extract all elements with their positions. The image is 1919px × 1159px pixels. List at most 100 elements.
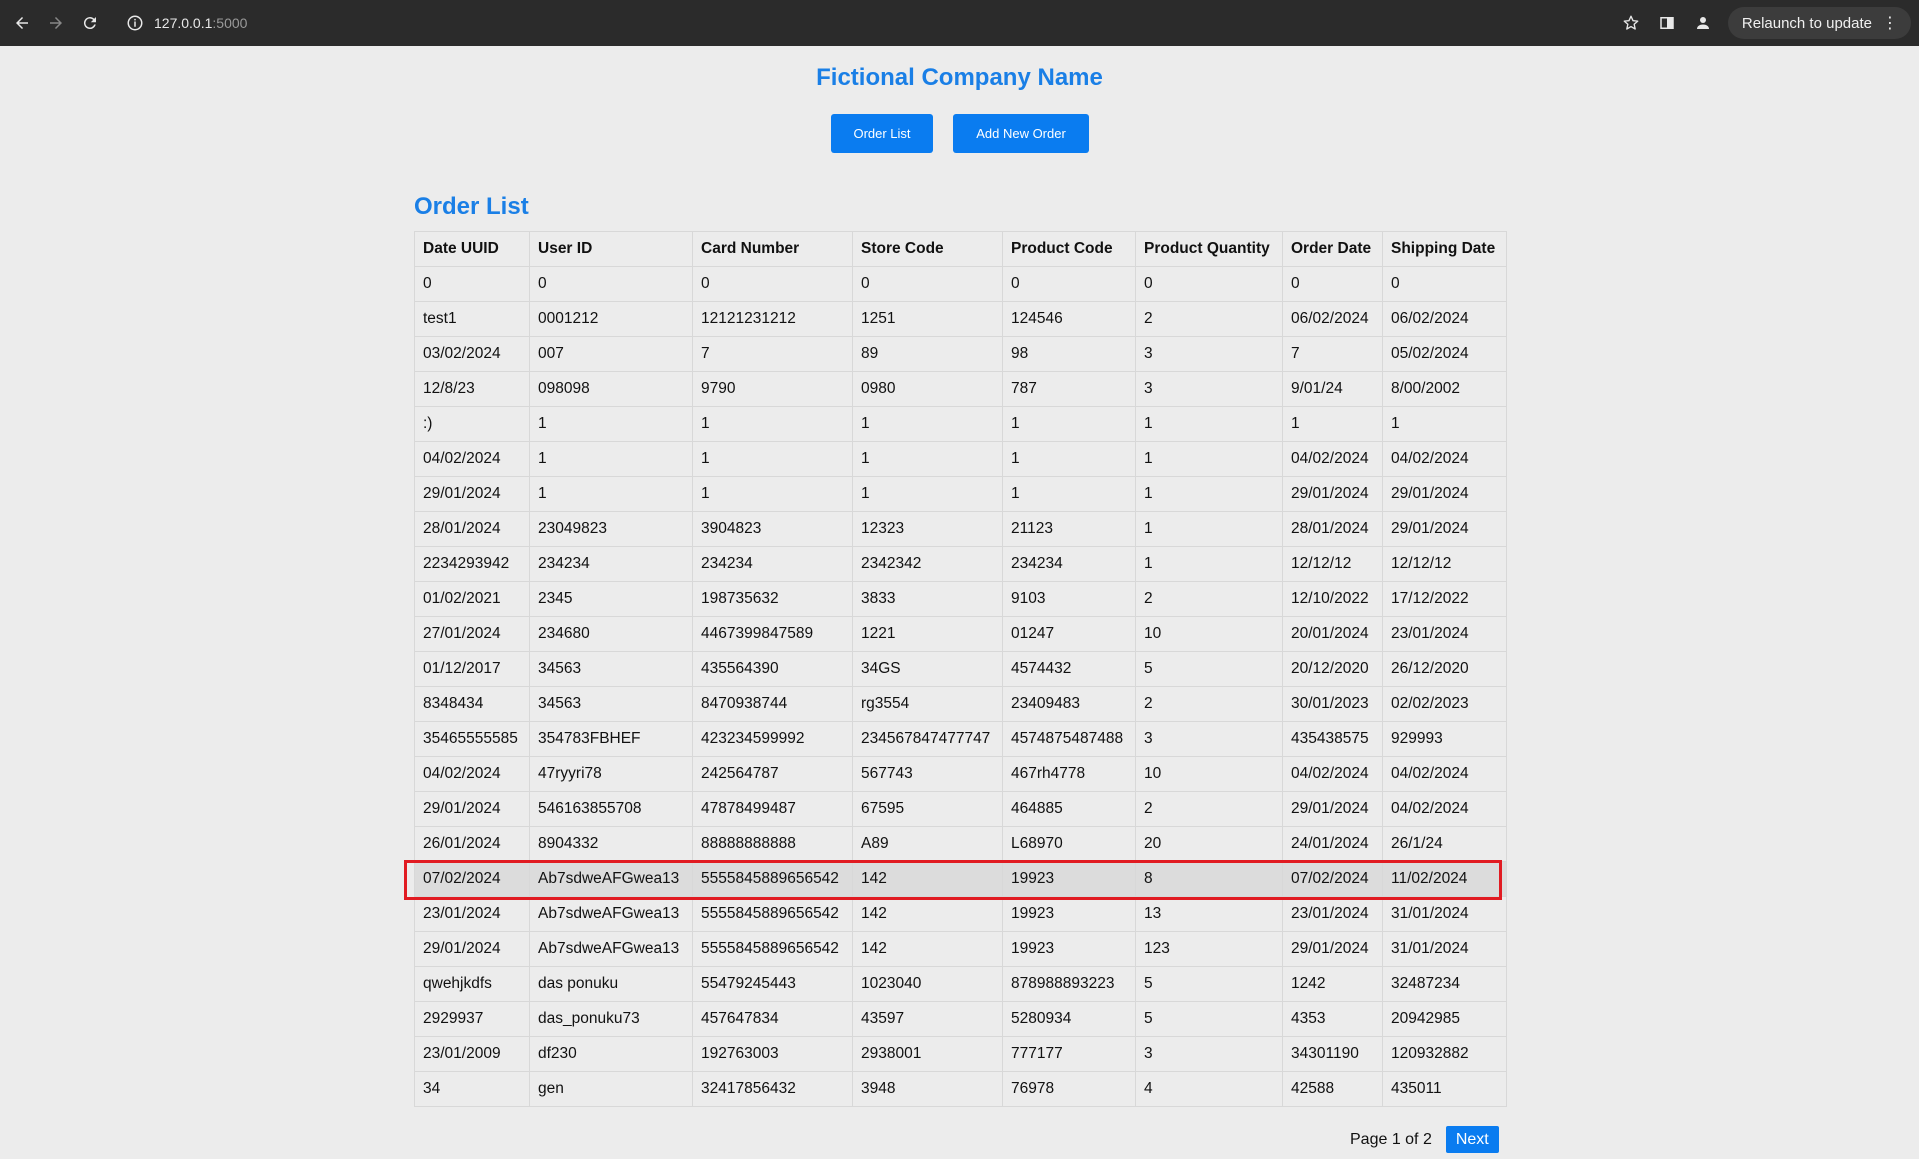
table-cell: 9790 [692, 371, 853, 407]
table-cell: 76978 [1002, 1071, 1136, 1107]
table-row[interactable]: 23/01/2024 Ab7sdweAFGwea13 555584588965654… [414, 896, 1507, 932]
table-row[interactable]: 03/02/2024 007 7 89 98 3 7 05/02/2024 [414, 336, 1507, 372]
table-cell: 24/01/2024 [1282, 826, 1383, 862]
table-cell: 29/01/2024 [1282, 791, 1383, 827]
table-row[interactable]: 35465555585 354783FBHEF 423234599992 234567… [414, 721, 1507, 757]
table-row[interactable]: 23/01/2009 df230 192763003 2938001 777177 3 34… [414, 1036, 1507, 1072]
table-cell: 43597 [852, 1001, 1003, 1037]
relaunch-button[interactable]: Relaunch to update ⋮ [1727, 7, 1911, 39]
table-cell: 42588 [1282, 1071, 1383, 1107]
address-bar[interactable]: 127.0.0.1:5000 [126, 8, 247, 38]
table-cell: 1 [692, 406, 853, 442]
table-row[interactable]: 2234293942 234234 234234 2342342 234234 1 12/1… [414, 546, 1507, 582]
table-cell: 20 [1135, 826, 1283, 862]
forward-arrow-icon[interactable] [44, 11, 68, 35]
table-cell: 1 [1135, 511, 1283, 547]
table-cell: 5 [1135, 651, 1283, 687]
table-cell: :) [414, 406, 530, 442]
table-row[interactable]: 01/12/2017 34563 435564390 34GS 4574432 5 20/1… [414, 651, 1507, 687]
more-menu-icon[interactable]: ⋮ [1882, 13, 1898, 33]
table-row[interactable]: 28/01/2024 23049823 3904823 12323 21123 1 28/0… [414, 511, 1507, 547]
table-cell: 31/01/2024 [1382, 931, 1507, 967]
table-cell: 28/01/2024 [1282, 511, 1383, 547]
table-cell: 929993 [1382, 721, 1507, 757]
table-cell: 1 [692, 476, 853, 512]
bookmark-star-icon[interactable] [1620, 12, 1642, 34]
table-cell: 142 [852, 931, 1003, 967]
table-cell: 192763003 [692, 1036, 853, 1072]
table-row[interactable]: 29/01/2024 546163855708 47878499487 67595 46… [414, 791, 1507, 827]
table-cell: 1 [529, 476, 693, 512]
table-cell: 3 [1135, 336, 1283, 372]
table-cell: 01247 [1002, 616, 1136, 652]
table-cell: df230 [529, 1036, 693, 1072]
table-cell: 423234599992 [692, 721, 853, 757]
add-new-order-button[interactable]: Add New Order [953, 114, 1089, 153]
table-cell: 19923 [1002, 896, 1136, 932]
table-cell: 546163855708 [529, 791, 693, 827]
table-cell: 04/02/2024 [414, 441, 530, 477]
table-cell: 1 [852, 406, 1003, 442]
table-row[interactable]: 01/02/2021 2345 198735632 3833 9103 2 12/10/20… [414, 581, 1507, 617]
table-row[interactable]: 27/01/2024 234680 4467399847589 1221 01247 10… [414, 616, 1507, 652]
site-info-icon[interactable] [126, 14, 144, 32]
table-cell: 234567847477747 [852, 721, 1003, 757]
table-cell: 19923 [1002, 931, 1136, 967]
table-cell: 12/10/2022 [1282, 581, 1383, 617]
table-cell: 01/12/2017 [414, 651, 530, 687]
table-cell: 4353 [1282, 1001, 1383, 1037]
table-cell: 47878499487 [692, 791, 853, 827]
table-cell: 142 [852, 896, 1003, 932]
table-cell: 3 [1135, 1036, 1283, 1072]
table-row[interactable]: :) 1 1 1 1 1 1 1 [414, 406, 1507, 442]
table-cell: 464885 [1002, 791, 1136, 827]
table-cell: 89 [852, 336, 1003, 372]
table-cell: 12121231212 [692, 301, 853, 337]
table-row[interactable]: 07/02/2024 Ab7sdweAFGwea13 555584588965654… [414, 861, 1507, 897]
table-cell: 3 [1135, 721, 1283, 757]
table-cell: 4574432 [1002, 651, 1136, 687]
table-cell: 34563 [529, 651, 693, 687]
table-cell: 9103 [1002, 581, 1136, 617]
table-cell: 20/12/2020 [1282, 651, 1383, 687]
table-row[interactable]: 2929937 das_ponuku73 457647834 43597 5280934… [414, 1001, 1507, 1037]
column-header: Product Code [1002, 231, 1136, 267]
table-cell: 787 [1002, 371, 1136, 407]
table-cell: 1023040 [852, 966, 1003, 1002]
table-cell: 354783FBHEF [529, 721, 693, 757]
profile-icon[interactable] [1692, 12, 1714, 34]
table-row[interactable]: 04/02/2024 1 1 1 1 1 04/02/2024 04/02/2024 [414, 441, 1507, 477]
reload-icon[interactable] [78, 11, 102, 35]
table-cell: 10 [1135, 756, 1283, 792]
table-cell: 8348434 [414, 686, 530, 722]
table-cell: 12/12/12 [1382, 546, 1507, 582]
table-row[interactable]: 29/01/2024 Ab7sdweAFGwea13 555584588965654… [414, 931, 1507, 967]
table-row[interactable]: 04/02/2024 47ryyri78 242564787 567743 467rh4… [414, 756, 1507, 792]
table-row[interactable]: test1 0001212 12121231212 1251 124546 2 06/02/… [414, 301, 1507, 337]
column-header: User ID [529, 231, 693, 267]
table-row[interactable]: qwehjkdfs das ponuku 55479245443 1023040 878… [414, 966, 1507, 1002]
table-cell: 007 [529, 336, 693, 372]
table-cell: 17/12/2022 [1382, 581, 1507, 617]
table-row[interactable]: 26/01/2024 8904332 88888888888 A89 L68970 20 2… [414, 826, 1507, 862]
table-row[interactable]: 12/8/23 098098 9790 0980 787 3 9/01/24 8/00/200… [414, 371, 1507, 407]
order-list-button[interactable]: Order List [831, 114, 933, 153]
table-row[interactable]: 00000000 [414, 266, 1507, 302]
table-row[interactable]: 8348434 34563 8470938744 rg3554 23409483 2 30/… [414, 686, 1507, 722]
table-row[interactable]: 34 gen 32417856432 3948 76978 4 42588 435011 [414, 1071, 1507, 1107]
table-cell: 0 [1382, 266, 1507, 302]
table-row[interactable]: 29/01/2024 1 1 1 1 1 29/01/2024 29/01/2024 [414, 476, 1507, 512]
table-cell: 34 [414, 1071, 530, 1107]
back-arrow-icon[interactable] [10, 11, 34, 35]
table-cell: 26/1/24 [1382, 826, 1507, 862]
table-cell: 04/02/2024 [414, 756, 530, 792]
table-cell: 21123 [1002, 511, 1136, 547]
table-cell: 3 [1135, 371, 1283, 407]
table-cell: 29/01/2024 [414, 931, 530, 967]
table-cell: 1 [852, 476, 1003, 512]
table-cell: 2234293942 [414, 546, 530, 582]
pagination: Page 1 of 2 Next [1350, 1126, 1499, 1153]
table-cell: 23/01/2024 [414, 896, 530, 932]
side-panel-icon[interactable] [1656, 12, 1678, 34]
next-page-button[interactable]: Next [1445, 1126, 1499, 1153]
